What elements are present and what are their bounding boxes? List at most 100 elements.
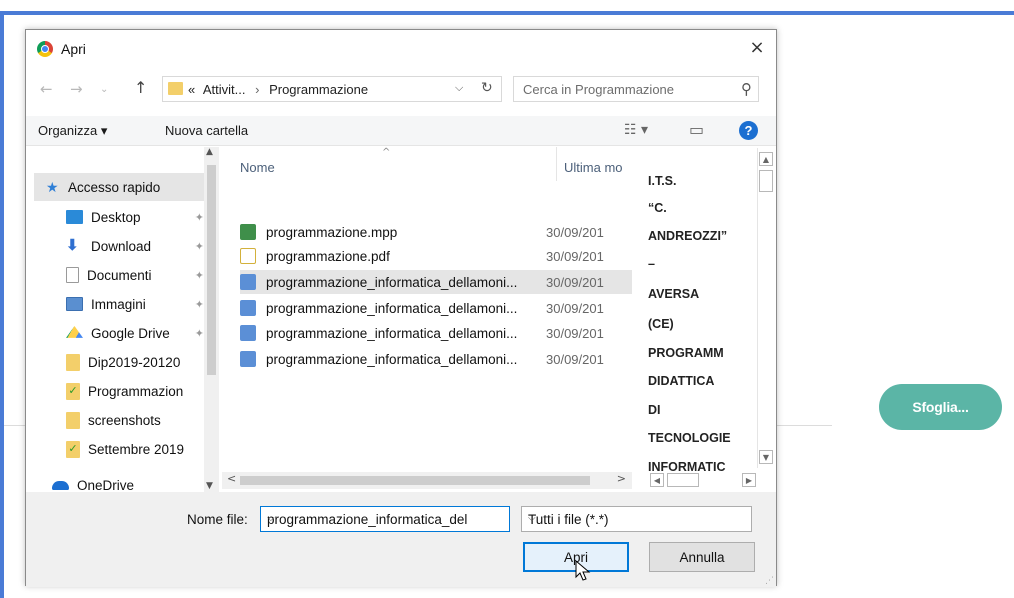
page-left-border — [0, 11, 4, 598]
preview-text: PROGRAMM — [648, 346, 724, 360]
cloud-icon — [52, 480, 69, 490]
help-icon[interactable]: ? — [739, 121, 758, 140]
sidebar-item-label: Google Drive — [91, 325, 170, 341]
breadcrumb-item[interactable]: Attivit... — [203, 82, 246, 97]
scroll-left-icon[interactable]: ◀ — [650, 473, 664, 487]
file-row[interactable]: programmazione.mpp 30/09/201 — [240, 220, 632, 244]
file-name: programmazione_informatica_dellamoni... — [266, 300, 518, 316]
sidebar-item-folder[interactable]: ✓ Settembre 2019 — [26, 435, 206, 463]
navigation-scrollbar[interactable]: ▲ ▼ — [204, 147, 219, 492]
cancel-button[interactable]: Annulla — [649, 542, 755, 572]
pin-icon: ✦ — [194, 211, 204, 224]
file-row[interactable]: programmazione.pdf 30/09/201 — [240, 244, 632, 268]
scrollbar-thumb[interactable] — [667, 473, 699, 487]
pin-icon: ✦ — [194, 240, 204, 253]
project-file-icon — [240, 224, 256, 240]
file-date: 30/09/201 — [546, 351, 604, 367]
file-row[interactable]: programmazione_informatica_dellamoni... … — [240, 321, 632, 345]
word-file-icon — [240, 274, 256, 290]
images-icon — [66, 297, 83, 311]
search-icon[interactable]: ⚲ — [741, 80, 752, 98]
organize-menu[interactable]: Organizza ▾ — [38, 123, 107, 139]
sidebar-item-label: Desktop — [91, 209, 141, 225]
sidebar-item-documents[interactable]: Documenti ✦ — [26, 261, 206, 289]
preview-text: ANDREOZZI” — [648, 229, 728, 243]
file-row[interactable]: programmazione_informatica_dellamoni... … — [240, 296, 632, 320]
scroll-down-icon[interactable]: ▼ — [759, 450, 773, 464]
preview-text: AVERSA — [648, 287, 700, 301]
column-header-modified[interactable]: Ultima mo — [564, 160, 623, 175]
pdf-file-icon — [240, 248, 256, 264]
preview-text: – — [648, 257, 655, 271]
up-arrow-icon[interactable]: ↑ — [134, 78, 147, 97]
column-divider[interactable] — [556, 147, 557, 181]
dialog-titlebar: Apri × — [26, 30, 776, 68]
scrollbar-thumb[interactable] — [240, 476, 590, 485]
file-type-select[interactable]: Tutti i file (*.*) ⌵ — [521, 506, 752, 532]
chevron-down-icon[interactable]: ⌵ — [267, 513, 503, 524]
column-header-name[interactable]: Nome — [240, 160, 275, 175]
preview-horizontal-scrollbar[interactable]: ◀ ▶ — [650, 472, 756, 489]
scrollbar-thumb[interactable] — [207, 165, 216, 375]
refresh-icon[interactable]: ↻ — [481, 80, 493, 96]
preview-text: “C. — [648, 201, 667, 215]
mouse-cursor-icon — [575, 560, 591, 581]
browse-button[interactable]: Sfoglia... — [879, 384, 1002, 430]
chevron-down-icon[interactable]: ⌵ — [528, 513, 743, 524]
file-name: programmazione_informatica_dellamoni... — [266, 351, 518, 367]
documents-icon — [66, 267, 79, 283]
navigation-pane: ★ Accesso rapido Desktop ✦ ⬇ Download ✦ … — [26, 147, 220, 492]
horizontal-scrollbar[interactable]: < > — [222, 472, 632, 489]
address-bar[interactable]: « Attivit... › Programmazione ⌵ ↻ — [162, 76, 502, 102]
file-date: 30/09/201 — [546, 248, 604, 264]
sidebar-item-label: Download — [91, 238, 152, 254]
sidebar-item-label: OneDrive — [77, 477, 135, 493]
chevron-down-icon[interactable]: ⌵ — [455, 81, 463, 95]
back-arrow-icon[interactable]: ← — [40, 80, 53, 98]
preview-text: TECNOLOGIE — [648, 431, 731, 445]
breadcrumb-item[interactable]: Programmazione — [269, 82, 368, 97]
scroll-right-icon[interactable]: > — [617, 472, 626, 485]
breadcrumb-overflow[interactable]: « — [188, 82, 195, 97]
close-icon[interactable]: × — [746, 36, 768, 60]
sidebar-item-label: Settembre 2019 — [88, 441, 185, 457]
sidebar-item-label: Accesso rapido — [68, 179, 161, 195]
sidebar-item-desktop[interactable]: Desktop ✦ — [26, 203, 206, 231]
search-input[interactable]: Cerca in Programmazione ⚲ — [513, 76, 759, 102]
sidebar-item-images[interactable]: Immagini ✦ — [26, 290, 206, 318]
folder-icon — [66, 353, 80, 371]
scroll-right-icon[interactable]: ▶ — [742, 473, 756, 487]
scroll-up-icon[interactable]: ▲ — [759, 152, 773, 166]
sidebar-item-download[interactable]: ⬇ Download ✦ — [26, 232, 206, 260]
preview-scrollbar[interactable]: ▲ ▼ — [757, 148, 774, 468]
sidebar-item-quick-access[interactable]: ★ Accesso rapido — [34, 173, 206, 201]
resize-grip-icon[interactable]: ⋰ — [765, 576, 774, 586]
sidebar-item-google-drive[interactable]: Google Drive ✦ — [26, 319, 206, 347]
sidebar-item-folder[interactable]: Dip2019-20120 — [26, 348, 206, 376]
breadcrumb-separator-icon: › — [255, 82, 260, 97]
recent-locations-chevron-icon[interactable]: ⌄ — [100, 84, 108, 95]
filename-field[interactable]: programmazione_informatica_del ⌵ — [260, 506, 510, 532]
sidebar-item-onedrive[interactable]: OneDrive — [26, 471, 206, 492]
word-file-icon — [240, 300, 256, 316]
new-folder-button[interactable]: Nuova cartella — [165, 123, 248, 138]
sidebar-item-folder[interactable]: ✓ Programmazion — [26, 377, 206, 405]
scroll-down-icon[interactable]: ▼ — [206, 481, 213, 491]
pin-icon: ✦ — [194, 298, 204, 311]
folder-check-icon: ✓ — [66, 440, 80, 458]
file-date: 30/09/201 — [546, 300, 604, 316]
preview-pane-icon[interactable]: ▭ — [689, 120, 704, 139]
star-icon: ★ — [46, 179, 59, 195]
download-icon: ⬇ — [66, 237, 79, 254]
file-row[interactable]: programmazione_informatica_dellamoni... … — [240, 347, 632, 371]
view-options-icon[interactable]: ☷ ▾ — [624, 122, 648, 138]
scroll-left-icon[interactable]: < — [227, 472, 236, 485]
sidebar-item-folder[interactable]: screenshots — [26, 406, 206, 434]
scrollbar-thumb[interactable] — [759, 170, 773, 192]
sidebar-item-label: Programmazion — [88, 383, 184, 399]
google-drive-icon — [66, 326, 83, 338]
file-row-selected[interactable]: programmazione_informatica_dellamoni... … — [240, 270, 632, 294]
word-file-icon — [240, 325, 256, 341]
scroll-up-icon[interactable]: ▲ — [206, 147, 213, 157]
forward-arrow-icon[interactable]: → — [70, 80, 83, 98]
